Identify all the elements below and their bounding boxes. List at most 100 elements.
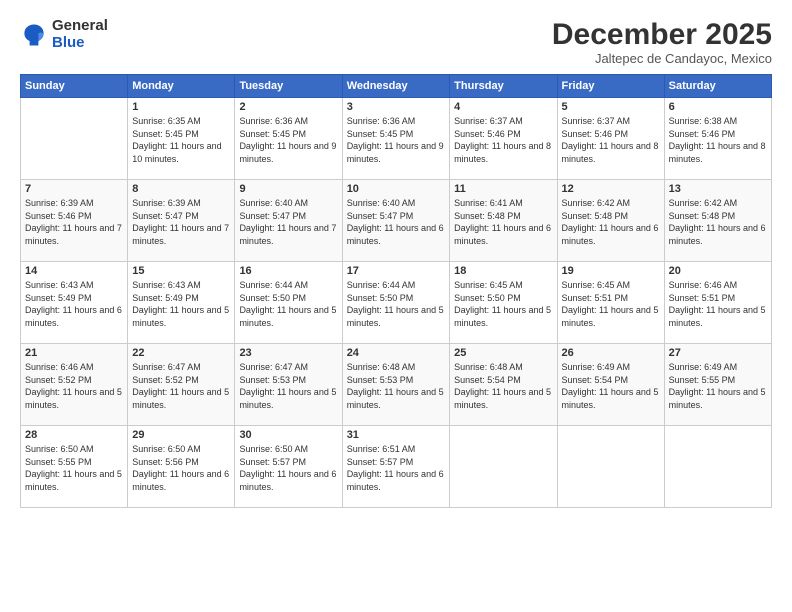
calendar-week-4: 21 Sunrise: 6:46 AM Sunset: 5:52 PM Dayli… <box>21 344 772 426</box>
day-number: 21 <box>25 347 123 359</box>
page: General Blue December 2025 Jaltepec de C… <box>0 0 792 612</box>
day-info: Sunrise: 6:40 AM Sunset: 5:47 PM Dayligh… <box>239 197 337 247</box>
calendar-cell <box>557 426 664 508</box>
calendar-cell: 26Sunrise: 6:49 AM Sunset: 5:54 PM Dayli… <box>557 344 664 426</box>
calendar-cell: 21 Sunrise: 6:46 AM Sunset: 5:52 PM Dayli… <box>21 344 128 426</box>
day-info: Sunrise: 6:50 AM Sunset: 5:56 PM Dayligh… <box>132 443 230 493</box>
day-info: Sunrise: 6:44 AM Sunset: 5:50 PM Dayligh… <box>239 279 337 329</box>
calendar-cell: 20 Sunrise: 6:46 AM Sunset: 5:51 PM Dayli… <box>664 262 771 344</box>
calendar-header-friday: Friday <box>557 75 664 98</box>
logo-icon <box>20 21 48 49</box>
calendar-header-thursday: Thursday <box>450 75 557 98</box>
day-number: 14 <box>25 265 123 277</box>
calendar-header-wednesday: Wednesday <box>342 75 449 98</box>
calendar-cell: 9Sunrise: 6:40 AM Sunset: 5:47 PM Daylig… <box>235 180 342 262</box>
day-number: 18 <box>454 265 552 277</box>
calendar-cell: 15Sunrise: 6:43 AM Sunset: 5:49 PM Dayli… <box>128 262 235 344</box>
day-info: Sunrise: 6:50 AM Sunset: 5:55 PM Dayligh… <box>25 443 123 493</box>
day-number: 19 <box>562 265 660 277</box>
day-number: 22 <box>132 347 230 359</box>
header: General Blue December 2025 Jaltepec de C… <box>20 18 772 66</box>
day-number: 20 <box>669 265 767 277</box>
day-number: 27 <box>669 347 767 359</box>
day-info: Sunrise: 6:39 AM Sunset: 5:47 PM Dayligh… <box>132 197 230 247</box>
day-number: 24 <box>347 347 445 359</box>
calendar-cell: 10 Sunrise: 6:40 AM Sunset: 5:47 PM Dayli… <box>342 180 449 262</box>
calendar-cell: 6Sunrise: 6:38 AM Sunset: 5:46 PM Daylig… <box>664 98 771 180</box>
day-number: 23 <box>239 347 337 359</box>
day-number: 5 <box>562 101 660 113</box>
day-number: 4 <box>454 101 552 113</box>
day-info: Sunrise: 6:46 AM Sunset: 5:52 PM Dayligh… <box>25 361 123 411</box>
day-info: Sunrise: 6:37 AM Sunset: 5:46 PM Dayligh… <box>454 115 552 165</box>
main-title: December 2025 <box>552 18 772 51</box>
logo-blue: Blue <box>52 35 108 52</box>
calendar-cell: 19 Sunrise: 6:45 AM Sunset: 5:51 PM Dayli… <box>557 262 664 344</box>
day-number: 31 <box>347 429 445 441</box>
calendar-cell: 28 Sunrise: 6:50 AM Sunset: 5:55 PM Dayli… <box>21 426 128 508</box>
calendar-cell <box>450 426 557 508</box>
day-number: 7 <box>25 183 123 195</box>
calendar-cell: 13Sunrise: 6:42 AM Sunset: 5:48 PM Dayli… <box>664 180 771 262</box>
calendar-week-5: 28 Sunrise: 6:50 AM Sunset: 5:55 PM Dayli… <box>21 426 772 508</box>
calendar-cell: 30 Sunrise: 6:50 AM Sunset: 5:57 PM Dayli… <box>235 426 342 508</box>
calendar-cell: 11 Sunrise: 6:41 AM Sunset: 5:48 PM Dayli… <box>450 180 557 262</box>
calendar-header-tuesday: Tuesday <box>235 75 342 98</box>
calendar-cell: 27 Sunrise: 6:49 AM Sunset: 5:55 PM Dayli… <box>664 344 771 426</box>
calendar-week-2: 7 Sunrise: 6:39 AM Sunset: 5:46 PM Daylig… <box>21 180 772 262</box>
day-info: Sunrise: 6:44 AM Sunset: 5:50 PM Dayligh… <box>347 279 445 329</box>
day-info: Sunrise: 6:40 AM Sunset: 5:47 PM Dayligh… <box>347 197 445 247</box>
day-number: 6 <box>669 101 767 113</box>
day-info: Sunrise: 6:43 AM Sunset: 5:49 PM Dayligh… <box>25 279 123 329</box>
day-number: 2 <box>239 101 337 113</box>
calendar-week-1: 1Sunrise: 6:35 AM Sunset: 5:45 PM Daylig… <box>21 98 772 180</box>
calendar-header-saturday: Saturday <box>664 75 771 98</box>
logo-text: General Blue <box>52 18 108 51</box>
calendar-cell: 24 Sunrise: 6:48 AM Sunset: 5:53 PM Dayli… <box>342 344 449 426</box>
day-number: 16 <box>239 265 337 277</box>
day-info: Sunrise: 6:36 AM Sunset: 5:45 PM Dayligh… <box>347 115 445 165</box>
calendar-cell: 7 Sunrise: 6:39 AM Sunset: 5:46 PM Daylig… <box>21 180 128 262</box>
day-info: Sunrise: 6:49 AM Sunset: 5:55 PM Dayligh… <box>669 361 767 411</box>
day-info: Sunrise: 6:46 AM Sunset: 5:51 PM Dayligh… <box>669 279 767 329</box>
calendar-cell <box>21 98 128 180</box>
day-number: 28 <box>25 429 123 441</box>
calendar-cell: 8Sunrise: 6:39 AM Sunset: 5:47 PM Daylig… <box>128 180 235 262</box>
calendar-cell: 18 Sunrise: 6:45 AM Sunset: 5:50 PM Dayli… <box>450 262 557 344</box>
calendar-header-sunday: Sunday <box>21 75 128 98</box>
title-block: December 2025 Jaltepec de Candayoc, Mexi… <box>552 18 772 66</box>
calendar-table: SundayMondayTuesdayWednesdayThursdayFrid… <box>20 74 772 508</box>
calendar-cell: 16 Sunrise: 6:44 AM Sunset: 5:50 PM Dayli… <box>235 262 342 344</box>
day-number: 11 <box>454 183 552 195</box>
day-info: Sunrise: 6:42 AM Sunset: 5:48 PM Dayligh… <box>669 197 767 247</box>
day-info: Sunrise: 6:36 AM Sunset: 5:45 PM Dayligh… <box>239 115 337 165</box>
day-info: Sunrise: 6:41 AM Sunset: 5:48 PM Dayligh… <box>454 197 552 247</box>
day-number: 12 <box>562 183 660 195</box>
day-info: Sunrise: 6:50 AM Sunset: 5:57 PM Dayligh… <box>239 443 337 493</box>
day-number: 30 <box>239 429 337 441</box>
day-info: Sunrise: 6:48 AM Sunset: 5:53 PM Dayligh… <box>347 361 445 411</box>
logo-general: General <box>52 18 108 35</box>
day-number: 29 <box>132 429 230 441</box>
calendar-cell: 4 Sunrise: 6:37 AM Sunset: 5:46 PM Daylig… <box>450 98 557 180</box>
day-number: 15 <box>132 265 230 277</box>
day-info: Sunrise: 6:45 AM Sunset: 5:51 PM Dayligh… <box>562 279 660 329</box>
calendar-header-monday: Monday <box>128 75 235 98</box>
calendar-header-row: SundayMondayTuesdayWednesdayThursdayFrid… <box>21 75 772 98</box>
calendar-cell <box>664 426 771 508</box>
calendar-cell: 3Sunrise: 6:36 AM Sunset: 5:45 PM Daylig… <box>342 98 449 180</box>
day-number: 1 <box>132 101 230 113</box>
calendar-cell: 12 Sunrise: 6:42 AM Sunset: 5:48 PM Dayli… <box>557 180 664 262</box>
calendar-cell: 23Sunrise: 6:47 AM Sunset: 5:53 PM Dayli… <box>235 344 342 426</box>
day-info: Sunrise: 6:42 AM Sunset: 5:48 PM Dayligh… <box>562 197 660 247</box>
calendar-cell: 1Sunrise: 6:35 AM Sunset: 5:45 PM Daylig… <box>128 98 235 180</box>
day-info: Sunrise: 6:45 AM Sunset: 5:50 PM Dayligh… <box>454 279 552 329</box>
day-number: 10 <box>347 183 445 195</box>
subtitle: Jaltepec de Candayoc, Mexico <box>552 51 772 66</box>
logo: General Blue <box>20 18 108 51</box>
day-info: Sunrise: 6:51 AM Sunset: 5:57 PM Dayligh… <box>347 443 445 493</box>
day-info: Sunrise: 6:39 AM Sunset: 5:46 PM Dayligh… <box>25 197 123 247</box>
day-number: 26 <box>562 347 660 359</box>
day-info: Sunrise: 6:37 AM Sunset: 5:46 PM Dayligh… <box>562 115 660 165</box>
day-info: Sunrise: 6:48 AM Sunset: 5:54 PM Dayligh… <box>454 361 552 411</box>
